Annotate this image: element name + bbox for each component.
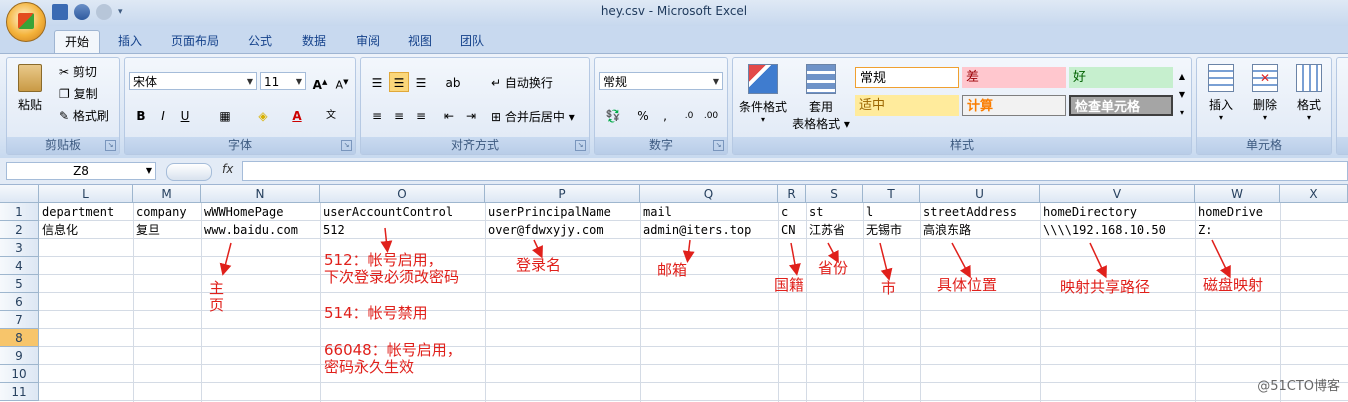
annotation-home-dir: 映射共享路径 (1060, 278, 1151, 296)
annotation-address: 具体位置 (937, 276, 998, 294)
annotation-home-drive: 磁盘映射 (1203, 276, 1264, 294)
watermark: @51CTO博客 (1257, 379, 1340, 394)
arrow-homepage (219, 242, 232, 276)
annotation-arrows (219, 227, 1231, 281)
annotation-city: 市 (881, 279, 897, 297)
annotation-uac-514: 514：帐号禁用 (324, 304, 428, 322)
arrow-upn (532, 239, 543, 259)
office-logo-icon (18, 13, 34, 29)
annotation-homepage-2: 页 (209, 296, 225, 314)
arrow-home-dir (1089, 242, 1107, 279)
arrow-uac (380, 227, 393, 253)
arrow-province (827, 242, 839, 264)
office-button[interactable] (6, 2, 46, 42)
annotation-uac-66048-1: 66048：帐号启用， (324, 341, 462, 359)
annotation-uac-512-1: 512：帐号启用， (324, 251, 443, 269)
annotation-upn: 登录名 (516, 256, 562, 274)
annotation-country: 国籍 (774, 276, 805, 294)
arrow-home-drive (1211, 239, 1231, 279)
annotation-mail: 邮箱 (657, 261, 688, 279)
annotation-homepage-1: 主 (209, 279, 225, 297)
arrow-mail (682, 239, 695, 263)
arrow-country (789, 242, 801, 276)
annotation-province: 省份 (818, 259, 849, 277)
annotation-uac-66048-2: 密码永久生效 (324, 358, 415, 376)
arrow-address (951, 242, 971, 279)
arrow-city (879, 242, 893, 281)
annotation-uac-512-2: 下次登录必须改密码 (324, 268, 460, 286)
